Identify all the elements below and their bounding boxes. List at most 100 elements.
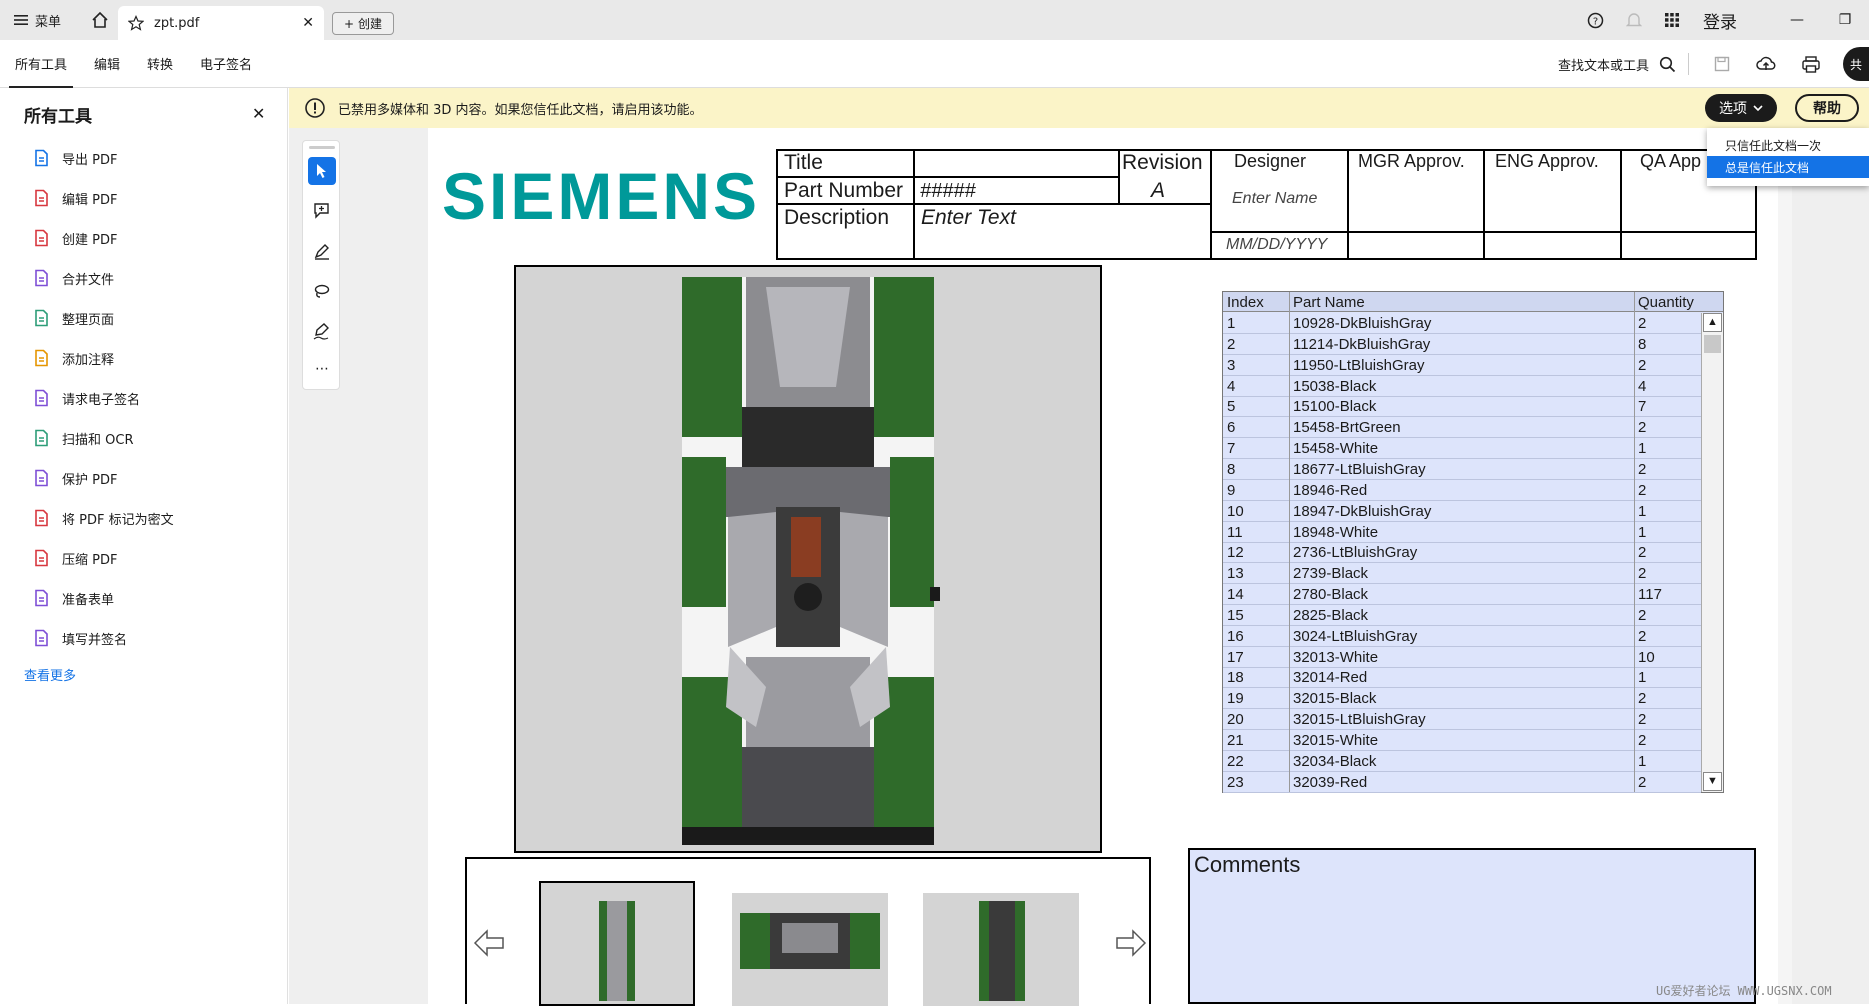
all-tools-panel: 所有工具 ✕ 导出 PDF 编辑 PDF 创建 PDF 合并文件 整理页面 添加注释 请求电… [0, 88, 288, 1004]
search-icon[interactable] [1659, 56, 1676, 73]
tab-edit[interactable]: 编辑 [88, 40, 126, 88]
restore-icon[interactable]: ❐ [1821, 12, 1869, 28]
select-cursor-icon[interactable] [308, 157, 336, 185]
drag-handle[interactable] [309, 146, 335, 149]
close-panel-icon[interactable]: ✕ [252, 104, 265, 123]
star-icon[interactable] [128, 15, 144, 31]
date-field[interactable]: MM/DD/YYYY [1226, 236, 1327, 254]
close-tab-icon[interactable]: ✕ [302, 15, 314, 31]
find-text-tools[interactable]: 查找文本或工具 [1558, 55, 1649, 74]
table-row: 22 32034-Black 1 [1223, 751, 1701, 772]
menu-label: 菜单 [35, 14, 62, 30]
home-icon[interactable] [91, 11, 109, 29]
arrow-right-icon[interactable] [1115, 929, 1147, 957]
sidebar-item-compress-pdf[interactable]: 压缩 PDF [33, 545, 117, 571]
table-row: 4 15038-Black 4 [1223, 376, 1701, 397]
forum-watermark: UG爱好者论坛 WWW.UGSNX.COM [1656, 984, 1832, 998]
apps-grid-icon[interactable] [1664, 12, 1680, 28]
tab-all-tools[interactable]: 所有工具 [9, 40, 74, 88]
help-circle-icon[interactable]: ? [1587, 12, 1604, 29]
sidebar-item-combine-files[interactable]: 合并文件 [33, 265, 114, 291]
cell-index: 19 [1227, 690, 1244, 708]
arrow-left-icon[interactable] [473, 929, 505, 957]
table-row: 17 32013-White 10 [1223, 647, 1701, 668]
sidebar-item-fill-sign[interactable]: 填写并签名 [33, 625, 127, 651]
cell-quantity: 1 [1638, 440, 1647, 458]
revision-label: Revision [1122, 151, 1203, 174]
prepare-form-icon [33, 589, 50, 607]
sidebar-item-create-pdf[interactable]: 创建 PDF [33, 225, 117, 251]
sidebar-item-prepare-form[interactable]: 准备表单 [33, 585, 114, 611]
designer-label: Designer [1234, 151, 1307, 171]
cell-part-name: 15038-Black [1293, 377, 1377, 395]
highlight-pen-icon[interactable] [308, 237, 336, 265]
compress-pdf-icon [33, 549, 50, 567]
minimize-icon[interactable]: — [1773, 12, 1821, 28]
draw-lasso-icon[interactable] [308, 277, 336, 305]
sidebar-item-label: 扫描和 OCR [62, 432, 134, 448]
see-more-link[interactable]: 查看更多 [24, 665, 76, 684]
options-button[interactable]: 选项 [1705, 94, 1777, 122]
tab-convert[interactable]: 转换 [141, 40, 179, 88]
help-button[interactable]: 帮助 [1795, 94, 1859, 122]
cell-quantity: 2 [1638, 711, 1647, 729]
document-tab[interactable]: zpt.pdf ✕ [118, 6, 324, 40]
cell-quantity: 2 [1638, 565, 1647, 583]
menu-button[interactable]: 菜单 [14, 11, 61, 30]
table-scrollbar[interactable]: ▲ ▼ [1701, 313, 1723, 792]
sidebar-item-organize-pages[interactable]: 整理页面 [33, 305, 114, 331]
table-row: 5 15100-Black 7 [1223, 396, 1701, 418]
print-icon[interactable] [1802, 55, 1820, 73]
thumbnail-front-view[interactable] [732, 893, 888, 1006]
scroll-down-arrow-icon[interactable]: ▼ [1703, 772, 1722, 791]
cell-index: 11 [1227, 523, 1243, 541]
trust-once-option[interactable]: 只信任此文档一次 [1707, 134, 1869, 156]
thumbnail-top-view[interactable] [539, 881, 695, 1006]
more-tools-icon[interactable]: ⋯ [308, 355, 336, 383]
sidebar-item-scan-ocr[interactable]: 扫描和 OCR [33, 425, 133, 451]
add-comment-icon[interactable] [308, 197, 336, 225]
save-icon[interactable] [1714, 56, 1730, 72]
sidebar-item-request-esign[interactable]: 请求电子签名 [33, 385, 140, 411]
scroll-up-arrow-icon[interactable]: ▲ [1703, 313, 1722, 332]
upload-cloud-icon[interactable] [1756, 56, 1776, 72]
bell-icon[interactable] [1626, 12, 1642, 29]
share-button[interactable]: 共 [1843, 47, 1869, 81]
cell-quantity: 117 [1638, 586, 1662, 604]
sign-pen-icon[interactable] [308, 317, 336, 345]
quick-tools-bar: ⋯ [302, 140, 340, 390]
cell-quantity: 2 [1638, 732, 1647, 749]
scroll-thumb[interactable] [1704, 335, 1721, 353]
thumbnail-bottom-view[interactable] [923, 893, 1079, 1006]
options-dropdown: 只信任此文档一次 总是信任此文档 [1707, 128, 1869, 186]
cell-part-name: 11214-DkBluishGray [1293, 335, 1431, 353]
sidebar-item-comment[interactable]: 添加注释 [33, 345, 114, 371]
cell-index: 6 [1227, 419, 1236, 437]
description-field[interactable]: Enter Text [921, 206, 1016, 230]
table-row: 7 15458-White 1 [1223, 438, 1701, 460]
designer-name-field[interactable]: Enter Name [1232, 190, 1317, 208]
cell-part-name: 18947-DkBluishGray [1293, 502, 1432, 520]
comments-label: Comments [1194, 852, 1301, 877]
comments-field[interactable]: Comments [1188, 848, 1756, 1004]
cell-quantity: 8 [1638, 335, 1647, 353]
cell-index: 1 [1227, 315, 1236, 332]
create-button[interactable]: + 创建 [332, 12, 394, 35]
cell-part-name: 2739-Black [1293, 565, 1369, 583]
title-field[interactable] [920, 151, 1116, 175]
revision-field[interactable]: A [1151, 179, 1165, 203]
cell-quantity: 2 [1638, 544, 1647, 562]
cell-part-name: 15458-White [1293, 440, 1379, 458]
qa-approval-label: QA App [1640, 151, 1702, 171]
tab-esign[interactable]: 电子签名 [194, 40, 258, 88]
part-number-field[interactable]: ##### [920, 180, 976, 203]
sidebar-item-redact[interactable]: 将 PDF 标记为密文 [33, 505, 174, 531]
sidebar-item-protect-pdf[interactable]: 保护 PDF [33, 465, 117, 491]
login-button[interactable]: 登录 [1703, 8, 1737, 33]
viewer-scrollbar[interactable] [1778, 128, 1792, 1004]
table-row: 23 32039-Red 2 [1223, 772, 1701, 793]
sidebar-item-export-pdf[interactable]: 导出 PDF [33, 145, 117, 171]
trust-always-option[interactable]: 总是信任此文档 [1707, 156, 1869, 178]
cell-quantity: 2 [1638, 460, 1647, 478]
sidebar-item-edit-pdf[interactable]: 编辑 PDF [33, 185, 117, 211]
